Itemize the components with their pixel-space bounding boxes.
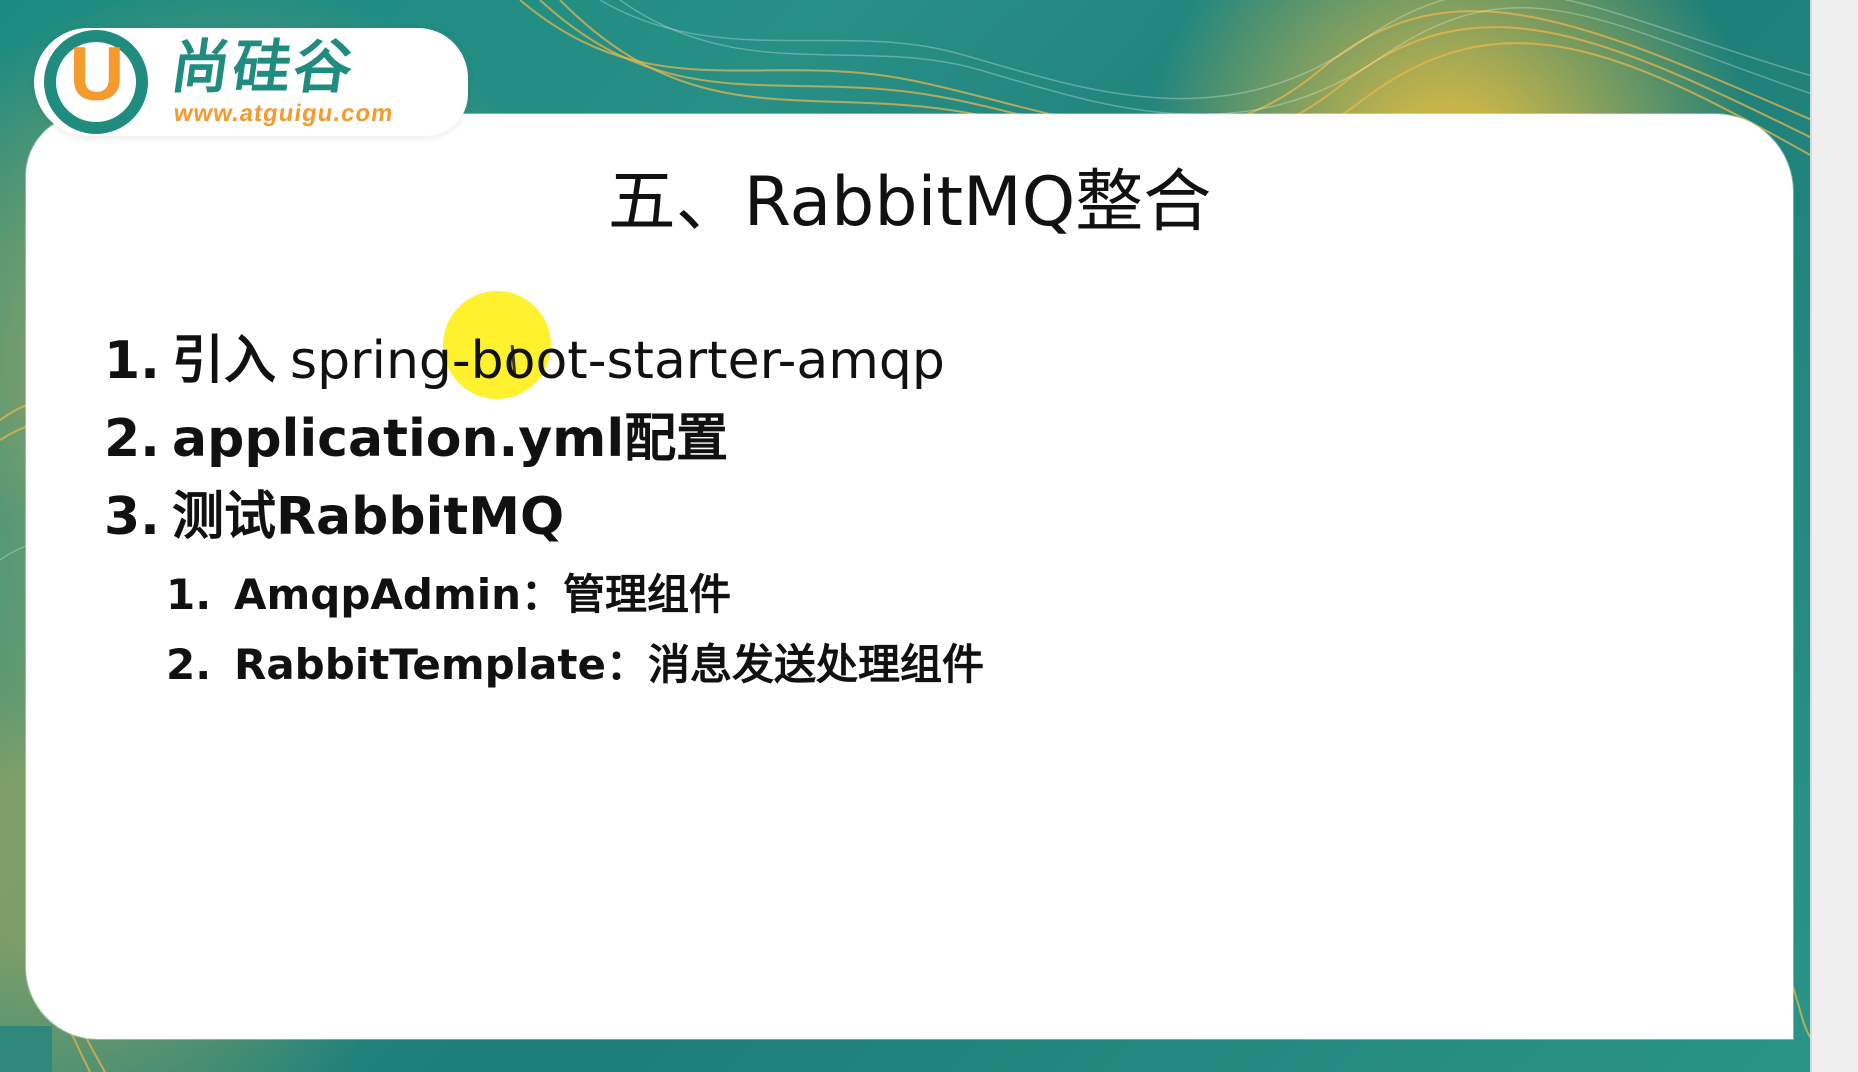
right-window-strip bbox=[1810, 0, 1858, 1072]
sub-bullet-list: 1. AmqpAdmin：管理组件 2. RabbitTemplate：消息发送… bbox=[166, 560, 984, 700]
white-content-card: 五、RabbitMQ整合 1. 引入 spring-boot-starter-a… bbox=[26, 114, 1793, 1039]
presentation-slide: 五、RabbitMQ整合 1. 引入 spring-boot-starter-a… bbox=[0, 0, 1812, 1072]
list-item: 2. application.yml配置 bbox=[104, 400, 945, 478]
main-bullet-list: 1. 引入 spring-boot-starter-amqp 2. applic… bbox=[104, 322, 945, 556]
sub-list-number: 1. bbox=[166, 570, 212, 619]
sub-list-text: RabbitTemplate：消息发送处理组件 bbox=[234, 640, 984, 689]
logo-letter: U bbox=[69, 32, 125, 117]
list-text: application.yml配置 bbox=[172, 409, 729, 469]
list-item: 3. 测试RabbitMQ bbox=[104, 478, 945, 556]
list-number: 1. bbox=[104, 331, 160, 391]
list-text: 测试RabbitMQ bbox=[172, 487, 565, 547]
bottom-left-decoration bbox=[0, 1026, 52, 1072]
list-number: 2. bbox=[104, 409, 160, 469]
sub-list-text: AmqpAdmin：管理组件 bbox=[234, 570, 732, 619]
brand-url: www.atguigu.com bbox=[172, 100, 396, 127]
sub-list-number: 2. bbox=[166, 640, 212, 689]
sub-list-item: 2. RabbitTemplate：消息发送处理组件 bbox=[166, 630, 984, 700]
list-item: 1. 引入 spring-boot-starter-amqp bbox=[104, 322, 945, 400]
list-label: 引入 bbox=[172, 331, 277, 391]
list-number: 3. bbox=[104, 487, 160, 547]
logo-mark-icon: U bbox=[44, 30, 160, 134]
brand-name: 尚硅谷 bbox=[167, 33, 360, 101]
slide-viewport: 五、RabbitMQ整合 1. 引入 spring-boot-starter-a… bbox=[0, 0, 1858, 1072]
sub-list-item: 1. AmqpAdmin：管理组件 bbox=[166, 560, 984, 630]
brand-logo: U 尚硅谷 www.atguigu.com bbox=[34, 28, 468, 136]
dependency-name: spring-boot-starter-amqp bbox=[290, 331, 945, 391]
logo-text: 尚硅谷 www.atguigu.com bbox=[167, 33, 396, 127]
slide-title: 五、RabbitMQ整合 bbox=[607, 163, 1212, 242]
